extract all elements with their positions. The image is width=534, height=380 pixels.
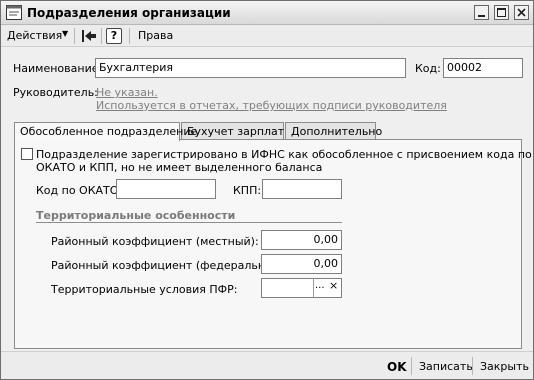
form-icon [6, 5, 22, 20]
manager-hint: Используется в отчетах, требующих подпис… [96, 99, 447, 112]
actions-menu[interactable]: Действия [7, 29, 62, 42]
clear-icon[interactable]: × [329, 279, 338, 292]
rights-button[interactable]: Права [138, 29, 173, 42]
maximize-icon[interactable] [494, 5, 509, 20]
checkbox-label-line2: ОКАТО и КПП, но не имеет выделенного бал… [36, 161, 323, 174]
dialog-window: Подразделения организации Действия ▼ ? П… [0, 0, 534, 380]
code-label: Код: [415, 62, 441, 75]
window-title: Подразделения организации [27, 6, 231, 20]
toolbar-divider [74, 28, 75, 44]
chevron-down-icon[interactable]: ▼ [62, 29, 68, 38]
code-field[interactable]: 00002 [443, 58, 523, 78]
registered-checkbox[interactable] [21, 148, 33, 160]
okato-label: Код по ОКАТО: [36, 184, 123, 197]
footer-divider [472, 357, 473, 375]
minimize-icon[interactable] [474, 5, 489, 20]
toolbar: Действия ▼ ? Права [1, 25, 533, 47]
local-coef-field[interactable]: 0,00 [261, 230, 342, 250]
okato-field[interactable] [116, 179, 216, 199]
manager-label: Руководитель: [13, 86, 98, 99]
federal-coef-field[interactable]: 0,00 [261, 254, 342, 274]
tab-additional[interactable]: Дополнительно [285, 122, 382, 140]
close-button[interactable]: Закрыть [480, 360, 529, 373]
section-divider [36, 222, 342, 223]
footer-divider [411, 357, 412, 375]
close-icon[interactable] [514, 5, 529, 20]
back-arrow-icon[interactable] [81, 29, 97, 43]
help-button[interactable]: ? [106, 28, 122, 44]
kpp-label: КПП: [233, 184, 262, 197]
title-bar[interactable]: Подразделения организации [1, 1, 533, 25]
pfr-label: Территориальные условия ПФР: [51, 283, 238, 296]
save-button[interactable]: Записать [419, 360, 473, 373]
kpp-field[interactable] [262, 179, 342, 199]
section-title: Территориальные особенности [36, 209, 236, 222]
name-field[interactable]: Бухгалтерия [95, 58, 406, 78]
footer-bar: OK Записать Закрыть [1, 351, 533, 379]
manager-link[interactable]: Не указан. [96, 86, 158, 99]
toolbar-divider [129, 28, 130, 44]
ok-button[interactable]: OK [387, 360, 407, 374]
select-button[interactable]: ... [315, 280, 325, 291]
toolbar-divider [101, 28, 102, 44]
federal-coef-label: Районный коэффициент (федеральный): [51, 259, 289, 272]
name-label: Наименование: [13, 62, 103, 75]
tab-separate-division[interactable]: Обособленное подразделение [14, 122, 197, 141]
checkbox-label-line1: Подразделение зарегистрировано в ИФНС ка… [36, 148, 532, 161]
local-coef-label: Районный коэффициент (местный): [51, 235, 259, 248]
